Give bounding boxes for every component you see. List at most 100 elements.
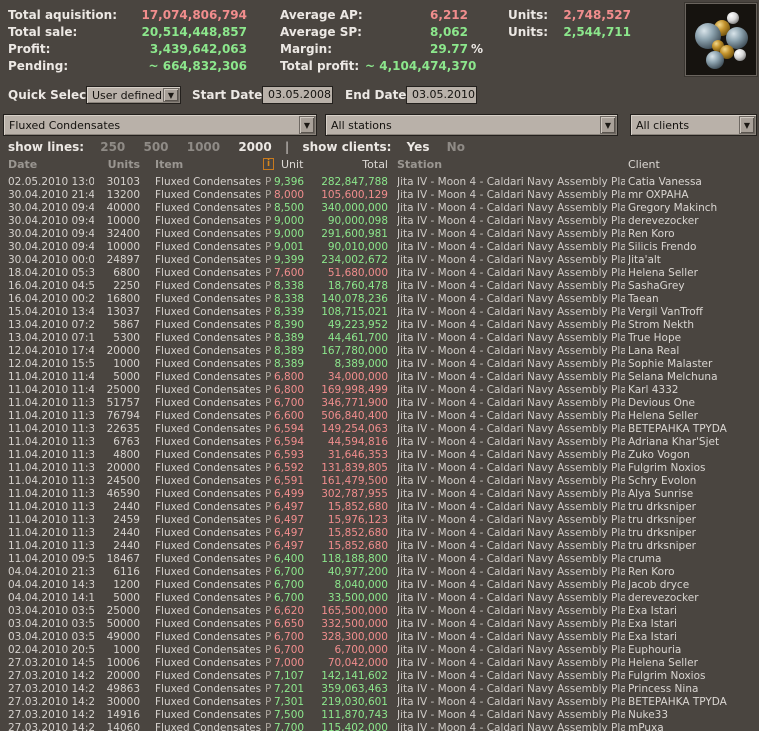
row-date: 11.04.2010 11:38 [8, 527, 94, 539]
info-icon[interactable]: i [263, 158, 274, 170]
row-station: Jita IV - Moon 4 - Caldari Navy Assembly… [397, 527, 625, 539]
row-date: 02.05.2010 13:01 [8, 176, 94, 188]
table-row[interactable]: 02.05.2010 13:01 30103 Fluxed Condensate… [0, 176, 759, 189]
table-row[interactable]: 11.04.2010 11:39 76794 Fluxed Condensate… [0, 410, 759, 423]
column-units[interactable]: Units [92, 158, 140, 171]
row-item: Fluxed Condensates [155, 592, 261, 604]
show-lines-500[interactable]: 500 [143, 140, 168, 154]
chevron-down-icon[interactable]: ▼ [299, 116, 315, 134]
table-row[interactable]: 27.03.2010 14:24 49863 Fluxed Condensate… [0, 683, 759, 696]
currency-symbol: P [265, 449, 272, 461]
table-row[interactable]: 11.04.2010 11:39 4800 Fluxed Condensates… [0, 449, 759, 462]
row-date: 13.04.2010 07:10 [8, 332, 94, 344]
row-item: Fluxed Condensates [155, 618, 261, 630]
table-row[interactable]: 11.04.2010 11:39 51757 Fluxed Condensate… [0, 397, 759, 410]
column-client[interactable]: Client [628, 158, 660, 171]
table-row[interactable]: 04.04.2010 14:11 5000 Fluxed Condensates… [0, 592, 759, 605]
table-row[interactable]: 30.04.2010 21:47 13200 Fluxed Condensate… [0, 189, 759, 202]
table-row[interactable]: 30.04.2010 00:06 24897 Fluxed Condensate… [0, 254, 759, 267]
table-row[interactable]: 11.04.2010 11:40 25000 Fluxed Condensate… [0, 384, 759, 397]
table-row[interactable]: 11.04.2010 11:39 20000 Fluxed Condensate… [0, 462, 759, 475]
station-filter-dropdown[interactable]: All stations ▼ [325, 114, 618, 136]
table-row[interactable]: 30.04.2010 09:49 32400 Fluxed Condensate… [0, 228, 759, 241]
row-item: Fluxed Condensates [155, 228, 261, 240]
table-row[interactable]: 11.04.2010 09:59 18467 Fluxed Condensate… [0, 553, 759, 566]
table-row[interactable]: 11.04.2010 11:38 2440 Fluxed Condensates… [0, 540, 759, 553]
show-clients-no[interactable]: No [447, 140, 465, 154]
column-date[interactable]: Date [8, 158, 37, 171]
table-row[interactable]: 12.04.2010 17:49 20000 Fluxed Condensate… [0, 345, 759, 358]
show-lines-250[interactable]: 250 [100, 140, 125, 154]
table-row[interactable]: 04.04.2010 21:34 6116 Fluxed Condensates… [0, 566, 759, 579]
margin-value: 29.77 [430, 42, 468, 56]
row-station: Jita IV - Moon 4 - Caldari Navy Assembly… [397, 254, 625, 266]
table-row[interactable]: 18.04.2010 05:37 6800 Fluxed Condensates… [0, 267, 759, 280]
row-unit-price: 8,500 [274, 202, 304, 214]
item-filter-dropdown[interactable]: Fluxed Condensates ▼ [3, 114, 317, 136]
column-total[interactable]: Total [308, 158, 388, 171]
show-lines-2000[interactable]: 2000 [238, 140, 271, 154]
column-station[interactable]: Station [397, 158, 442, 171]
table-row[interactable]: 11.04.2010 11:38 2440 Fluxed Condensates… [0, 501, 759, 514]
table-row[interactable]: 03.04.2010 03:58 50000 Fluxed Condensate… [0, 618, 759, 631]
client-filter-value: All clients [636, 119, 690, 132]
table-row[interactable]: 30.04.2010 09:49 10000 Fluxed Condensate… [0, 241, 759, 254]
table-row[interactable]: 27.03.2010 14:55 10006 Fluxed Condensate… [0, 657, 759, 670]
table-row[interactable]: 30.04.2010 09:49 40000 Fluxed Condensate… [0, 202, 759, 215]
table-row[interactable]: 12.04.2010 15:55 1000 Fluxed Condensates… [0, 358, 759, 371]
row-unit-price: 6,499 [274, 488, 304, 500]
row-units: 5867 [113, 319, 140, 331]
row-unit-price: 9,000 [274, 215, 304, 227]
table-row[interactable]: 03.04.2010 03:57 49000 Fluxed Condensate… [0, 631, 759, 644]
table-row[interactable]: 27.03.2010 14:24 30000 Fluxed Condensate… [0, 696, 759, 709]
row-total: 219,030,601 [321, 696, 388, 708]
row-station: Jita IV - Moon 4 - Caldari Navy Assembly… [397, 514, 625, 526]
table-row[interactable]: 16.04.2010 04:53 2250 Fluxed Condensates… [0, 280, 759, 293]
table-row[interactable]: 11.04.2010 11:40 5000 Fluxed Condensates… [0, 371, 759, 384]
total-sale-value: 20,514,448,857 [141, 25, 247, 39]
table-row[interactable]: 04.04.2010 14:34 1200 Fluxed Condensates… [0, 579, 759, 592]
table-row[interactable]: 13.04.2010 07:10 5300 Fluxed Condensates… [0, 332, 759, 345]
row-unit-price: 6,800 [274, 384, 304, 396]
row-units: 6116 [113, 566, 140, 578]
row-unit-price: 6,592 [274, 462, 304, 474]
row-client: Helena Seller [628, 267, 698, 279]
chevron-down-icon[interactable]: ▼ [163, 88, 179, 102]
currency-symbol: P [265, 462, 272, 474]
table-row[interactable]: 11.04.2010 11:38 24500 Fluxed Condensate… [0, 475, 759, 488]
client-filter-dropdown[interactable]: All clients ▼ [630, 114, 757, 136]
end-date-input[interactable]: 03.05.2010 [406, 86, 477, 104]
quick-select-dropdown[interactable]: User defined ▼ [86, 86, 181, 104]
table-row[interactable]: 30.04.2010 09:49 10000 Fluxed Condensate… [0, 215, 759, 228]
table-row[interactable]: 11.04.2010 11:39 22635 Fluxed Condensate… [0, 423, 759, 436]
table-row[interactable]: 16.04.2010 00:28 16800 Fluxed Condensate… [0, 293, 759, 306]
table-row[interactable]: 02.04.2010 20:52 1000 Fluxed Condensates… [0, 644, 759, 657]
table-row[interactable]: 03.04.2010 03:58 25000 Fluxed Condensate… [0, 605, 759, 618]
column-item[interactable]: Item [155, 158, 183, 171]
table-row[interactable]: 27.03.2010 14:24 20000 Fluxed Condensate… [0, 670, 759, 683]
start-date-input[interactable]: 03.05.2008 [262, 86, 333, 104]
chevron-down-icon[interactable]: ▼ [600, 116, 616, 134]
column-unit[interactable]: Unit [281, 158, 303, 171]
table-row[interactable]: 15.04.2010 13:47 13037 Fluxed Condensate… [0, 306, 759, 319]
table-row[interactable]: 11.04.2010 11:38 2440 Fluxed Condensates… [0, 527, 759, 540]
table-row[interactable]: 11.04.2010 11:38 46590 Fluxed Condensate… [0, 488, 759, 501]
row-unit-price: 6,600 [274, 410, 304, 422]
currency-symbol: P [265, 540, 272, 552]
average-sp-value: 8,062 [430, 25, 468, 39]
show-clients-yes[interactable]: Yes [407, 140, 430, 154]
table-row[interactable]: 11.04.2010 11:39 6763 Fluxed Condensates… [0, 436, 759, 449]
table-row[interactable]: 11.04.2010 11:38 2459 Fluxed Condensates… [0, 514, 759, 527]
currency-symbol: P [265, 631, 272, 643]
row-client: tru drksniper [628, 514, 696, 526]
currency-symbol: P [265, 657, 272, 669]
row-total: 8,040,000 [334, 579, 388, 591]
table-row[interactable]: 13.04.2010 07:27 5867 Fluxed Condensates… [0, 319, 759, 332]
row-unit-price: 8,390 [274, 319, 304, 331]
chevron-down-icon[interactable]: ▼ [739, 116, 755, 134]
currency-symbol: P [265, 319, 272, 331]
show-lines-1000[interactable]: 1000 [187, 140, 220, 154]
table-row[interactable]: 27.03.2010 14:22 14060 Fluxed Condensate… [0, 722, 759, 731]
table-row[interactable]: 27.03.2010 14:23 14916 Fluxed Condensate… [0, 709, 759, 722]
row-client: Fulgrim Noxios [628, 670, 706, 682]
